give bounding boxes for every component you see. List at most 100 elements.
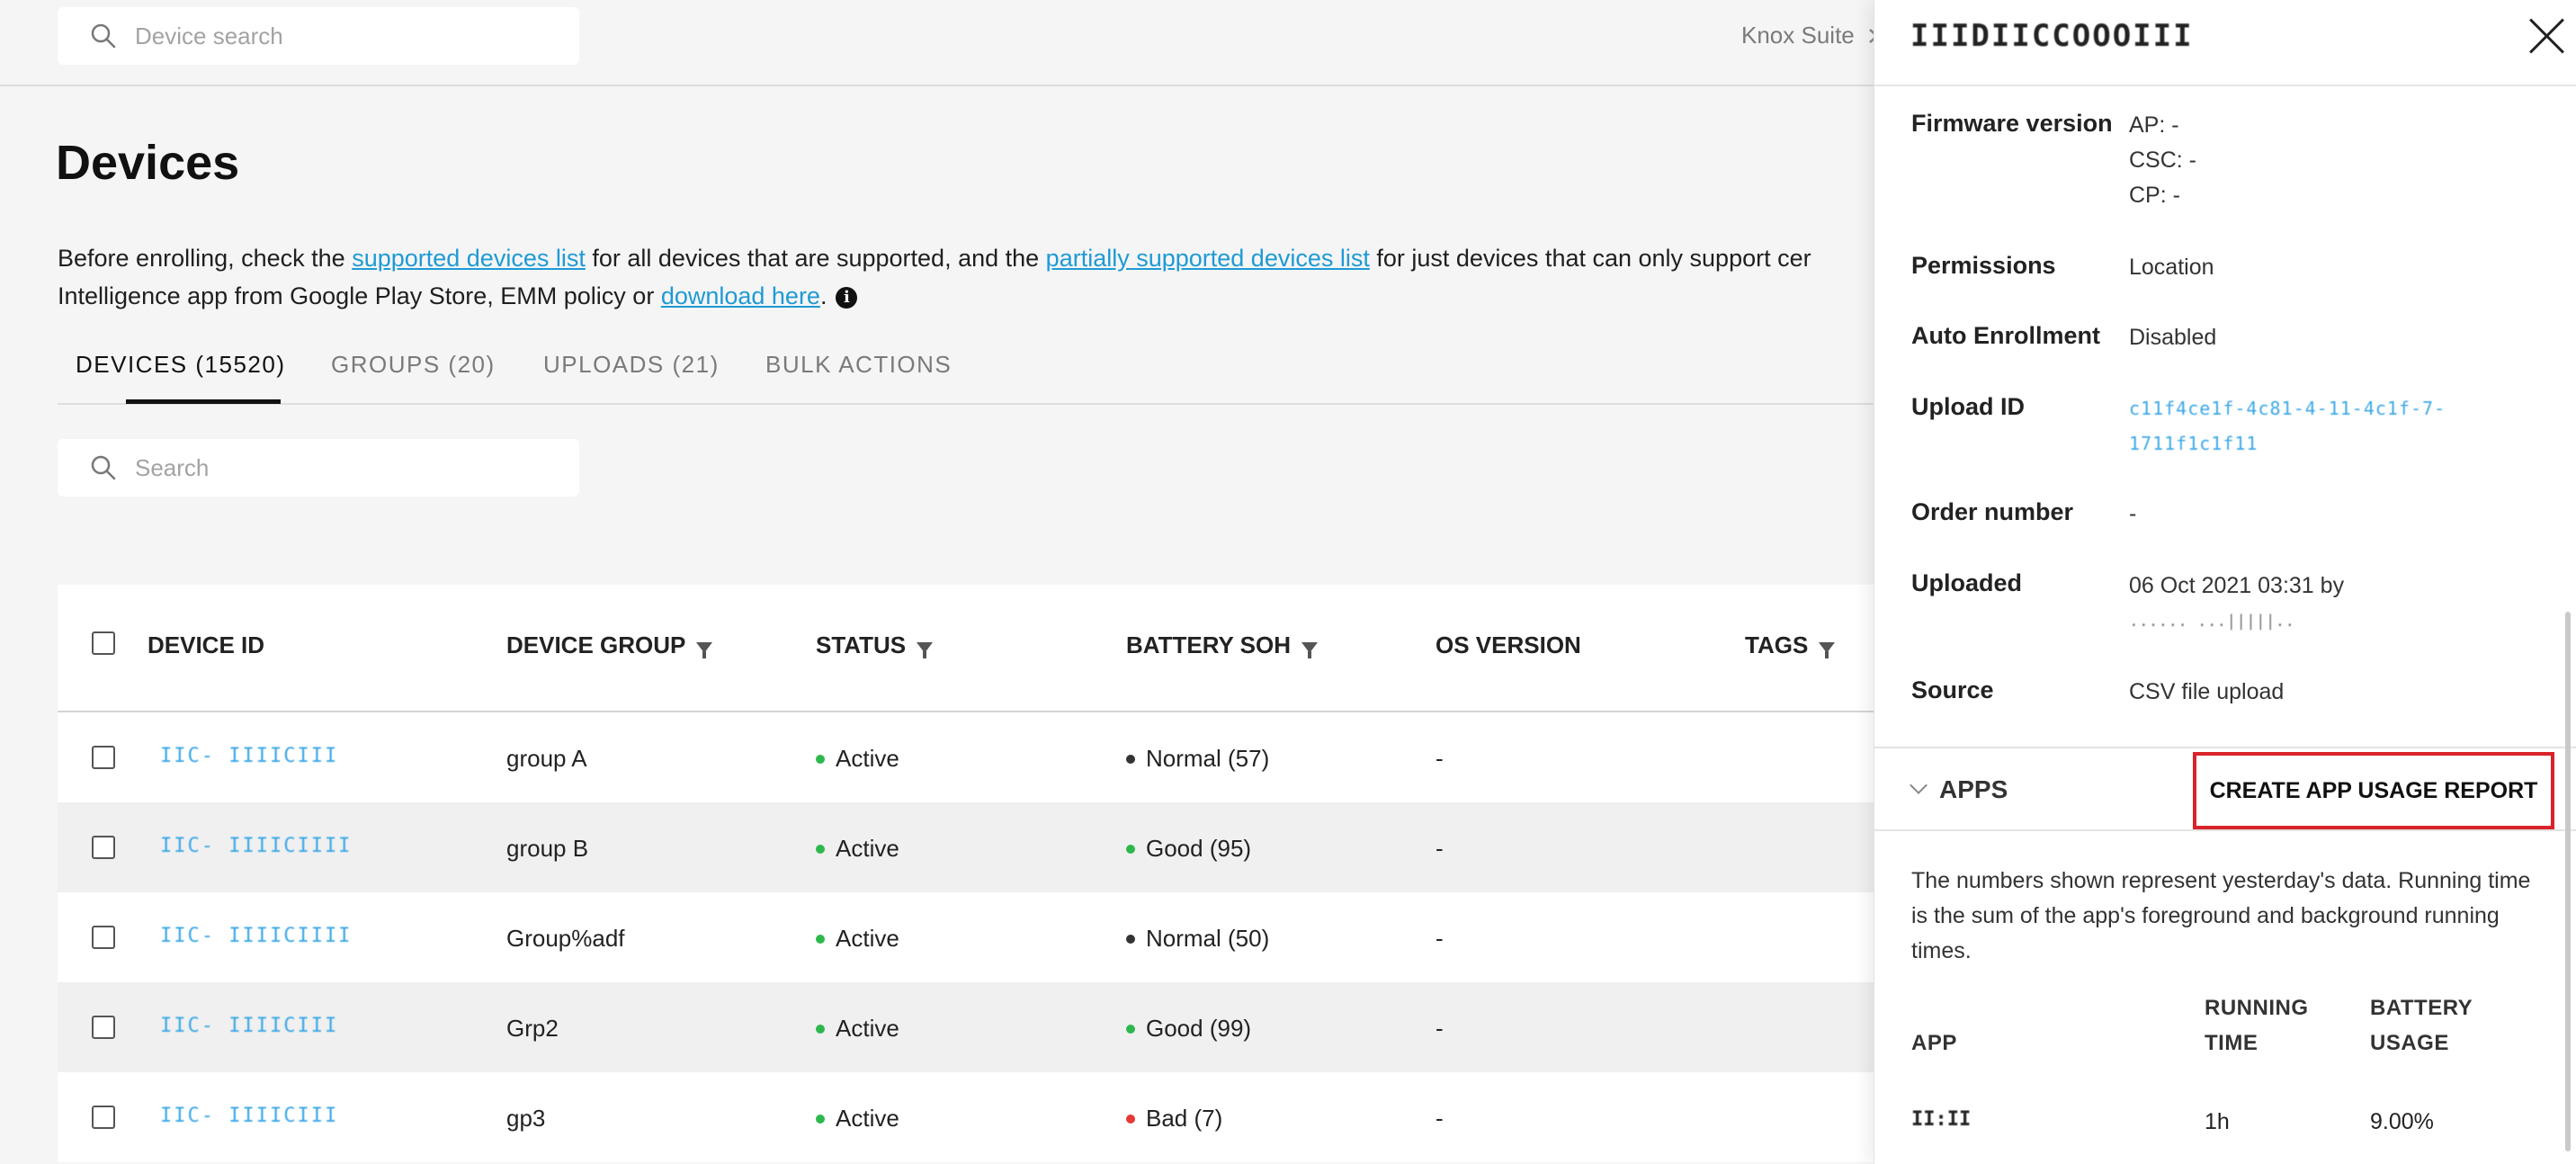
intro-text-5: . bbox=[819, 282, 827, 309]
apps-col-battery: BATTERY bbox=[2370, 996, 2473, 1020]
row-checkbox[interactable] bbox=[92, 1106, 115, 1129]
partially-supported-devices-link[interactable]: partially supported devices list bbox=[1046, 245, 1370, 272]
device-id-link[interactable]: IIC- IIIICIII bbox=[160, 1105, 338, 1127]
table-row[interactable]: IIC- IIIICIII group A Active Normal (57)… bbox=[58, 712, 1937, 802]
auto-enrollment-value: Disabled bbox=[2129, 325, 2217, 350]
status-dot bbox=[816, 1024, 825, 1034]
permissions-label: Permissions bbox=[1911, 252, 2056, 279]
battery-label: Good (99) bbox=[1146, 1015, 1252, 1042]
os-version: - bbox=[1436, 745, 1444, 772]
row-checkbox[interactable] bbox=[92, 926, 115, 949]
status-label: Active bbox=[836, 1015, 899, 1042]
row-checkbox[interactable] bbox=[92, 1016, 115, 1039]
battery-cell: Good (99) bbox=[1126, 1015, 1251, 1043]
tab-devices[interactable]: DEVICES (15520) bbox=[76, 351, 285, 379]
column-battery-soh-label: BATTERY SOH bbox=[1126, 631, 1291, 658]
status-dot bbox=[816, 1114, 825, 1124]
battery-label: Good (95) bbox=[1146, 835, 1252, 862]
close-icon[interactable] bbox=[2527, 16, 2567, 56]
os-version: - bbox=[1436, 925, 1444, 952]
apps-col-app: APP bbox=[1911, 1031, 1957, 1055]
page-title: Devices bbox=[56, 136, 240, 190]
battery-label: Bad (7) bbox=[1146, 1105, 1223, 1132]
filter-icon[interactable] bbox=[1301, 641, 1318, 658]
firmware-label: Firmware version bbox=[1911, 110, 2113, 137]
uploaded-value: 06 Oct 2021 03:31 by bbox=[2129, 573, 2345, 598]
row-checkbox[interactable] bbox=[92, 746, 115, 769]
battery-cell: Good (95) bbox=[1126, 835, 1251, 863]
filter-icon[interactable] bbox=[1819, 641, 1836, 658]
uploaded-by: ...... ...|||||.. bbox=[2129, 612, 2295, 631]
column-device-id[interactable]: DEVICE ID bbox=[148, 631, 264, 659]
status-dot bbox=[816, 844, 825, 854]
search-icon bbox=[91, 23, 116, 49]
apps-col-running-2: TIME bbox=[2205, 1031, 2258, 1055]
column-battery-soh[interactable]: BATTERY SOH bbox=[1126, 631, 1318, 659]
status-cell: Active bbox=[816, 1015, 899, 1043]
order-number-label: Order number bbox=[1911, 498, 2074, 525]
create-app-usage-report-button[interactable]: CREATE APP USAGE REPORT bbox=[2193, 752, 2554, 829]
table-row[interactable]: IIC- IIIICIIII Group%adf Active Normal (… bbox=[58, 892, 1937, 982]
firmware-cp: CP: - bbox=[2129, 183, 2180, 208]
os-version: - bbox=[1436, 1015, 1444, 1042]
device-id-link[interactable]: IIC- IIIICIII bbox=[160, 745, 338, 767]
column-status-label: STATUS bbox=[816, 631, 907, 658]
device-id-link[interactable]: IIC- IIIICIIII bbox=[160, 925, 352, 947]
battery-cell: Normal (57) bbox=[1126, 745, 1269, 773]
app-battery-usage: 9.00% bbox=[2370, 1109, 2434, 1134]
device-group: Group%adf bbox=[506, 925, 625, 952]
permissions-value: Location bbox=[2129, 255, 2214, 280]
panel-scrollbar[interactable] bbox=[2565, 612, 2571, 1151]
column-device-group[interactable]: DEVICE GROUP bbox=[506, 631, 713, 659]
tab-uploads[interactable]: UPLOADS (21) bbox=[543, 351, 720, 379]
row-checkbox[interactable] bbox=[92, 836, 115, 859]
column-os-version[interactable]: OS VERSION bbox=[1436, 631, 1581, 659]
table-header: DEVICE ID DEVICE GROUP STATUS BATTERY SO… bbox=[58, 585, 1937, 712]
info-icon[interactable]: i bbox=[836, 287, 858, 309]
active-tab-indicator bbox=[126, 399, 281, 404]
apps-col-running: RUNNING bbox=[2205, 996, 2309, 1020]
intro-text-4: Intelligence app from Google Play Store,… bbox=[58, 282, 661, 309]
select-all-checkbox[interactable] bbox=[92, 631, 115, 655]
auto-enrollment-label: Auto Enrollment bbox=[1911, 322, 2100, 349]
upload-id-link[interactable]: c11f4ce1f-4c81-4-11-4c1f-7- bbox=[2129, 390, 2446, 426]
apps-col-battery-2: USAGE bbox=[2370, 1031, 2449, 1055]
table-row[interactable]: IIC- IIIICIIII group B Active Good (95) … bbox=[58, 802, 1937, 892]
intro-text-2: for all devices that are supported, and … bbox=[585, 245, 1046, 272]
column-tags[interactable]: TAGS bbox=[1745, 631, 1836, 659]
panel-header: IIIDIICCOOOIII bbox=[1874, 0, 2576, 86]
intro-text-1: Before enrolling, check the bbox=[58, 245, 353, 272]
status-label: Active bbox=[836, 925, 899, 952]
device-id-link[interactable]: IIC- IIIICIIII bbox=[160, 835, 352, 857]
table-row[interactable]: IIC- IIIICIII Grp2 Active Good (99) - bbox=[58, 982, 1937, 1072]
os-version: - bbox=[1436, 1105, 1444, 1132]
device-id-link[interactable]: IIC- IIIICIII bbox=[160, 1015, 338, 1037]
upload-id-label: Upload ID bbox=[1911, 393, 2025, 420]
table-search-input[interactable]: Search bbox=[58, 439, 579, 497]
order-number-value: - bbox=[2129, 501, 2137, 526]
intro-text-3: for just devices that can only support c… bbox=[1369, 245, 1811, 272]
supported-devices-link[interactable]: supported devices list bbox=[352, 245, 586, 272]
firmware-ap: AP: - bbox=[2129, 112, 2179, 138]
app-running-time: 1h bbox=[2205, 1109, 2230, 1134]
column-status[interactable]: STATUS bbox=[816, 631, 934, 659]
status-dot bbox=[816, 754, 825, 764]
status-label: Active bbox=[836, 835, 899, 862]
upload-id-link-cont[interactable]: 1711f1c1f11 bbox=[2129, 425, 2258, 461]
tab-bulk-actions[interactable]: BULK ACTIONS bbox=[765, 351, 952, 379]
chevron-down-icon[interactable] bbox=[1910, 776, 1928, 794]
firmware-csc: CSC: - bbox=[2129, 148, 2196, 173]
uploaded-label: Uploaded bbox=[1911, 569, 2023, 596]
apps-title[interactable]: APPS bbox=[1939, 775, 2008, 804]
filter-icon[interactable] bbox=[917, 641, 934, 658]
app-name: II:II bbox=[1911, 1108, 1972, 1131]
download-here-link[interactable]: download here bbox=[661, 282, 820, 309]
tab-groups[interactable]: GROUPS (20) bbox=[331, 351, 496, 379]
breadcrumb-knox-suite[interactable]: Knox Suite bbox=[1741, 22, 1880, 49]
table-row[interactable]: IIC- IIIICIII gp3 Active Bad (7) - bbox=[58, 1072, 1937, 1162]
device-group: group B bbox=[506, 835, 589, 862]
device-name: IIIDIICCOOOIII bbox=[1910, 18, 2194, 54]
filter-icon[interactable] bbox=[696, 641, 713, 658]
device-search-input[interactable]: Device search bbox=[58, 7, 579, 65]
column-tags-label: TAGS bbox=[1745, 631, 1809, 658]
